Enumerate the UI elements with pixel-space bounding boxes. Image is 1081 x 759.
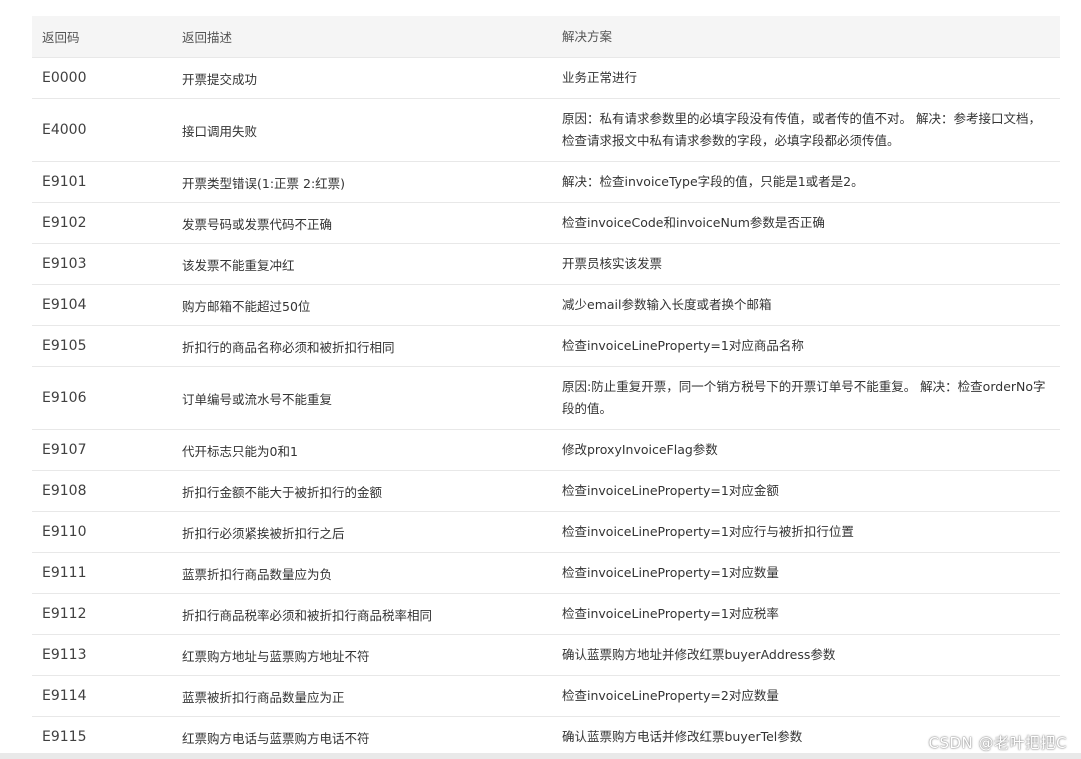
header-solution: 解决方案 [562, 28, 613, 44]
table-row: E9113 红票购方地址与蓝票购方地址不符 确认蓝票购方地址并修改红票buyerAd… [32, 635, 1060, 676]
cell-code: E9102 [42, 215, 87, 231]
cell-solution: 检查invoiceLineProperty=1对应金额 [562, 483, 779, 498]
header-code: 返回码 [42, 30, 80, 45]
cell-desc: 折扣行金额不能大于被折扣行的金额 [182, 484, 383, 500]
cell-code: E9114 [42, 688, 87, 704]
cell-desc: 蓝票被折扣行商品数量应为正 [182, 689, 345, 705]
table-row: E9112 折扣行商品税率必须和被折扣行商品税率相同 检查invoiceLinePr… [32, 594, 1060, 635]
cell-solution: 检查invoiceLineProperty=1对应税率 [562, 606, 779, 621]
cell-desc: 折扣行的商品名称必须和被折扣行相同 [182, 339, 395, 355]
cell-solution: 修改proxyInvoiceFlag参数 [562, 442, 718, 457]
watermark: CSDN @老叶把把C [928, 734, 1067, 752]
cell-code: E9108 [42, 483, 87, 499]
cell-desc: 开票类型错误(1:正票 2:红票) [182, 175, 346, 191]
cell-code: E9105 [42, 338, 87, 354]
cell-code: E9113 [42, 647, 87, 663]
cell-code: E9101 [42, 174, 87, 190]
cell-code: E0000 [42, 70, 87, 86]
cell-solution: 开票员核实该发票 [562, 256, 663, 271]
cell-desc: 接口调用失败 [182, 123, 258, 139]
cell-code: E9115 [42, 729, 87, 745]
table-row: E9108 折扣行金额不能大于被折扣行的金额 检查invoiceLineProper… [32, 471, 1060, 512]
table-row: E9110 折扣行必须紧挨被折扣行之后 检查invoiceLineProperty=… [32, 512, 1060, 553]
cell-desc: 折扣行商品税率必须和被折扣行商品税率相同 [182, 607, 433, 623]
header-desc: 返回描述 [182, 30, 233, 45]
cell-solution: 检查invoiceCode和invoiceNum参数是否正确 [562, 215, 825, 230]
table-row: E9106 订单编号或流水号不能重复 原因:防止重复开票，同一个销方税号下的开票订单… [32, 367, 1060, 430]
cell-solution: 业务正常进行 [562, 70, 638, 85]
cell-solution: 原因:防止重复开票，同一个销方税号下的开票订单号不能重复。 解决：检查order… [562, 379, 1046, 416]
table-row: E9103 该发票不能重复冲红 开票员核实该发票 [32, 244, 1060, 285]
cell-code: E9106 [42, 390, 87, 406]
cell-desc: 红票购方地址与蓝票购方地址不符 [182, 648, 370, 664]
cell-code: E9103 [42, 256, 87, 272]
table-header: 返回码 返回描述 解决方案 [32, 16, 1060, 58]
cell-code: E9107 [42, 442, 87, 458]
bottom-scrollbar-strip [0, 753, 1081, 759]
table-row: E9107 代开标志只能为0和1 修改proxyInvoiceFlag参数 [32, 430, 1060, 471]
cell-desc: 开票提交成功 [182, 71, 258, 87]
cell-desc: 代开标志只能为0和1 [182, 443, 298, 459]
cell-solution: 确认蓝票购方地址并修改红票buyerAddress参数 [562, 647, 836, 662]
table-row: E9105 折扣行的商品名称必须和被折扣行相同 检查invoiceLinePrope… [32, 326, 1060, 367]
cell-desc: 蓝票折扣行商品数量应为负 [182, 566, 333, 582]
table-row: E4000 接口调用失败 原因：私有请求参数里的必填字段没有传值，或者传的值不对。 … [32, 99, 1060, 162]
cell-desc: 该发票不能重复冲红 [182, 257, 295, 273]
cell-solution: 检查invoiceLineProperty=1对应商品名称 [562, 338, 804, 353]
cell-desc: 发票号码或发票代码不正确 [182, 216, 333, 232]
cell-code: E9112 [42, 606, 87, 622]
cell-solution: 检查invoiceLineProperty=1对应行与被折扣行位置 [562, 524, 854, 539]
cell-desc: 订单编号或流水号不能重复 [182, 391, 333, 407]
cell-solution: 原因：私有请求参数里的必填字段没有传值，或者传的值不对。 解决：参考接口文档，检… [562, 111, 1041, 148]
cell-code: E9110 [42, 524, 87, 540]
table-row: E0000 开票提交成功 业务正常进行 [32, 58, 1060, 99]
cell-solution: 减少email参数输入长度或者换个邮箱 [562, 297, 772, 312]
table-row: E9115 红票购方电话与蓝票购方电话不符 确认蓝票购方电话并修改红票buyerTe… [32, 717, 1060, 758]
cell-code: E4000 [42, 122, 87, 138]
table-row: E9102 发票号码或发票代码不正确 检查invoiceCode和invoiceNu… [32, 203, 1060, 244]
cell-desc: 购方邮箱不能超过50位 [182, 298, 311, 314]
table-row: E9114 蓝票被折扣行商品数量应为正 检查invoiceLineProperty=… [32, 676, 1060, 717]
cell-solution: 解决：检查invoiceType字段的值，只能是1或者是2。 [562, 174, 864, 189]
page: 返回码 返回描述 解决方案 E0000 开票提交成功 业务正常进行 E4000 接口调用… [0, 0, 1081, 759]
cell-solution: 检查invoiceLineProperty=1对应数量 [562, 565, 779, 580]
error-code-table: 返回码 返回描述 解决方案 E0000 开票提交成功 业务正常进行 E4000 接口调用… [32, 16, 1060, 758]
cell-code: E9104 [42, 297, 87, 313]
cell-desc: 红票购方电话与蓝票购方电话不符 [182, 730, 370, 746]
cell-desc: 折扣行必须紧挨被折扣行之后 [182, 525, 345, 541]
cell-code: E9111 [42, 565, 87, 581]
cell-solution: 检查invoiceLineProperty=2对应数量 [562, 688, 779, 703]
table-row: E9101 开票类型错误(1:正票 2:红票) 解决：检查invoiceType字段… [32, 162, 1060, 203]
table-body: E0000 开票提交成功 业务正常进行 E4000 接口调用失败 原因：私有请求参数里的必… [32, 58, 1060, 758]
table-row: E9111 蓝票折扣行商品数量应为负 检查invoiceLineProperty=1… [32, 553, 1060, 594]
table-row: E9104 购方邮箱不能超过50位 减少email参数输入长度或者换个邮箱 [32, 285, 1060, 326]
